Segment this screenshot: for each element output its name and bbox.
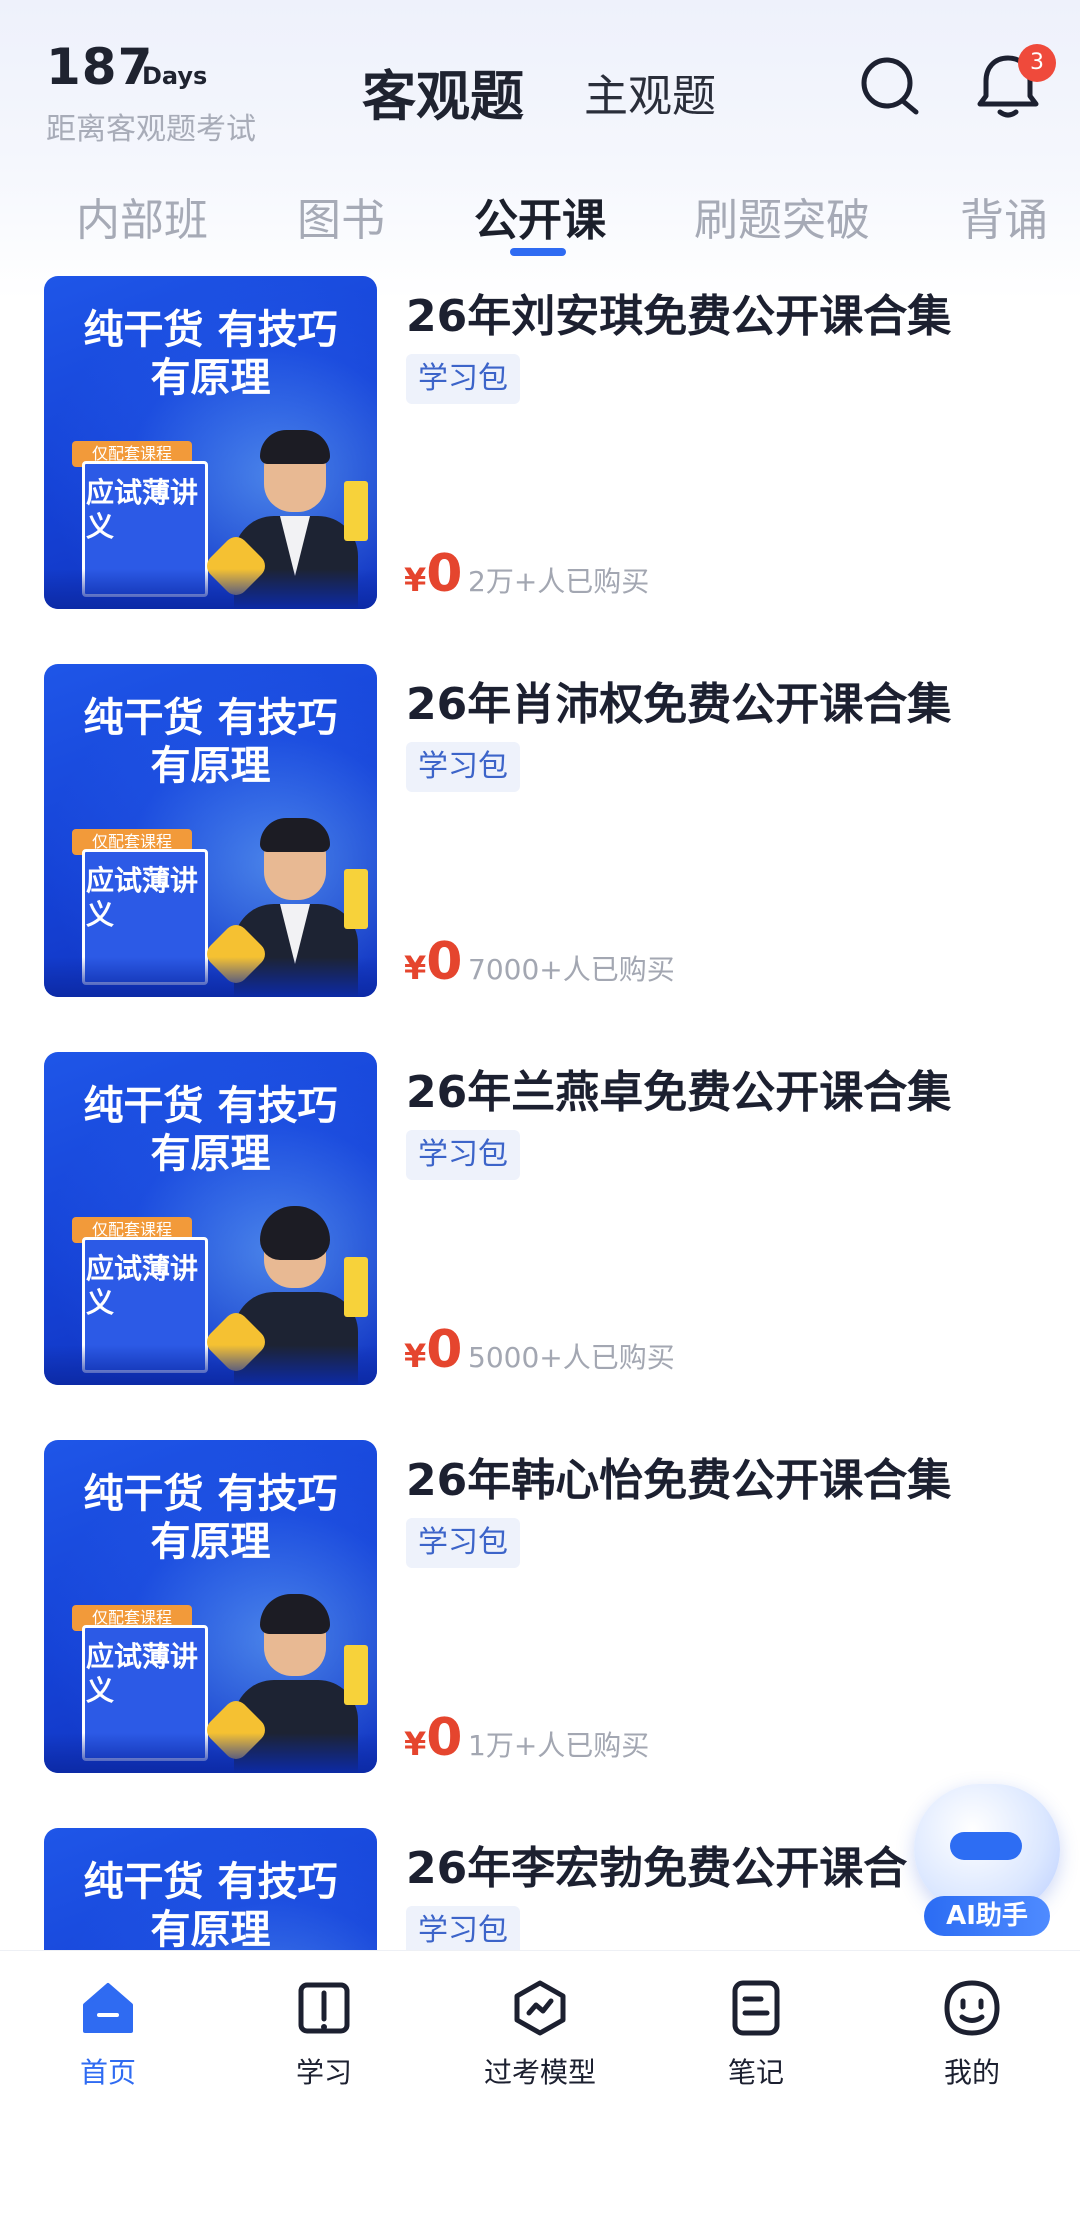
home-icon xyxy=(83,1983,133,2033)
thumbnail-book-title: 应试薄讲义 xyxy=(86,864,199,931)
course-thumbnail[interactable]: 纯干货 有技巧 有原理 仅配套课程 应试薄讲义 xyxy=(44,664,377,997)
nav-study[interactable]: 学习 xyxy=(244,1977,404,2091)
course-item[interactable]: 纯干货 有技巧 有原理 仅配套课程 应试薄讲义 26年刘安琪免费公开课合集 学习包… xyxy=(0,276,1080,621)
thumbnail-slogan: 纯干货 有技巧 有原理 xyxy=(83,1471,338,1565)
course-sales-count: 5000+人已购买 xyxy=(468,1341,675,1374)
course-title[interactable]: 26年兰燕卓免费公开课合集 xyxy=(406,1056,951,1120)
course-thumbnail[interactable]: 纯干货 有技巧 有原理 仅配套课程 应试薄讲义 xyxy=(44,1440,377,1773)
thumbnail-book-title: 应试薄讲义 xyxy=(86,1252,199,1319)
teacher-nametag xyxy=(344,481,368,541)
teacher-nametag xyxy=(344,1257,368,1317)
teacher-nametag xyxy=(344,1645,368,1705)
course-sales-count: 7000+人已购买 xyxy=(468,953,675,986)
ai-assistant-button[interactable]: AI助手 xyxy=(906,1776,1066,1944)
course-title[interactable]: 26年李宏勃免费公开课合 xyxy=(406,1832,907,1896)
ai-visor xyxy=(950,1832,1022,1860)
nav-exam-model[interactable]: 过考模型 xyxy=(460,1977,620,2091)
course-thumbnail[interactable]: 纯干货 有技巧 有原理 xyxy=(44,1828,377,1950)
course-title[interactable]: 26年肖沛权免费公开课合集 xyxy=(406,668,951,732)
note-icon xyxy=(732,1980,780,2036)
course-item[interactable]: 纯干货 有技巧 有原理 仅配套课程 应试薄讲义 26年肖沛权免费公开课合集 学习包… xyxy=(0,664,1080,1009)
notification-badge: 3 xyxy=(1018,44,1056,82)
model-icon xyxy=(514,1980,566,2036)
teacher-nametag xyxy=(344,869,368,929)
top-header: 187 Days 距离客观题考试 客观题 主观题 3 xyxy=(0,0,1080,180)
countdown-days-number: 187 xyxy=(46,38,154,96)
thumbnail-book-title: 应试薄讲义 xyxy=(86,1640,199,1707)
search-icon xyxy=(861,57,919,115)
book-icon xyxy=(298,1982,350,2034)
bottom-navigation: 首页 学习 过考模型 笔记 我的 xyxy=(0,1950,1080,2217)
thumbnail-slogan: 纯干货 有技巧 有原理 xyxy=(83,307,338,401)
thumbnail-slogan: 纯干货 有技巧 有原理 xyxy=(83,695,338,789)
active-tab-indicator xyxy=(510,248,566,256)
countdown-days-unit: Days xyxy=(142,62,208,90)
course-title[interactable]: 26年韩心怡免费公开课合集 xyxy=(406,1444,951,1508)
course-price: ¥0 xyxy=(404,1708,463,1768)
course-tag: 学习包 xyxy=(406,354,520,404)
course-tag: 学习包 xyxy=(406,1906,520,1950)
nav-home[interactable]: 首页 xyxy=(28,1977,188,2091)
tab-recite[interactable]: 背诵 xyxy=(960,184,1048,248)
tab-open-course[interactable]: 公开课 xyxy=(474,184,606,248)
course-tag: 学习包 xyxy=(406,1130,520,1180)
course-sales-count: 1万+人已购买 xyxy=(468,1729,650,1762)
course-item[interactable]: 纯干货 有技巧 有原理 仅配套课程 应试薄讲义 26年兰燕卓免费公开课合集 学习包… xyxy=(0,1052,1080,1397)
thumbnail-slogan: 纯干货 有技巧 有原理 xyxy=(83,1083,338,1177)
course-thumbnail[interactable]: 纯干货 有技巧 有原理 仅配套课程 应试薄讲义 xyxy=(44,1052,377,1385)
course-sales-count: 2万+人已购买 xyxy=(468,565,650,598)
countdown-subtitle: 距离客观题考试 xyxy=(46,112,256,147)
course-tag: 学习包 xyxy=(406,742,520,792)
tab-internal-class[interactable]: 内部班 xyxy=(76,184,208,248)
thumbnail-book-title: 应试薄讲义 xyxy=(86,476,199,543)
tab-objective[interactable]: 客观题 xyxy=(362,52,524,131)
course-price: ¥0 xyxy=(404,544,463,604)
thumbnail-slogan: 纯干货 有技巧 有原理 xyxy=(83,1859,338,1950)
course-title[interactable]: 26年刘安琪免费公开课合集 xyxy=(406,280,951,344)
profile-icon xyxy=(944,1980,1000,2036)
tab-subjective[interactable]: 主观题 xyxy=(584,60,716,124)
course-list[interactable]: 纯干货 有技巧 有原理 仅配套课程 应试薄讲义 26年刘安琪免费公开课合集 学习包… xyxy=(0,270,1080,1950)
nav-profile[interactable]: 我的 xyxy=(892,1977,1052,2091)
course-price: ¥0 xyxy=(404,932,463,992)
tab-books[interactable]: 图书 xyxy=(297,184,385,248)
nav-notes[interactable]: 笔记 xyxy=(676,1977,836,2091)
search-button[interactable] xyxy=(856,52,926,122)
category-tabs: 内部班 图书 公开课 刷题突破 背诵 xyxy=(0,180,1080,270)
tab-practice[interactable]: 刷题突破 xyxy=(694,184,870,248)
course-item[interactable]: 纯干货 有技巧 有原理 仅配套课程 应试薄讲义 26年韩心怡免费公开课合集 学习包… xyxy=(0,1440,1080,1785)
course-tag: 学习包 xyxy=(406,1518,520,1568)
course-thumbnail[interactable]: 纯干货 有技巧 有原理 仅配套课程 应试薄讲义 xyxy=(44,276,377,609)
ai-assistant-label: AI助手 xyxy=(924,1896,1050,1936)
course-price: ¥0 xyxy=(404,1320,463,1380)
